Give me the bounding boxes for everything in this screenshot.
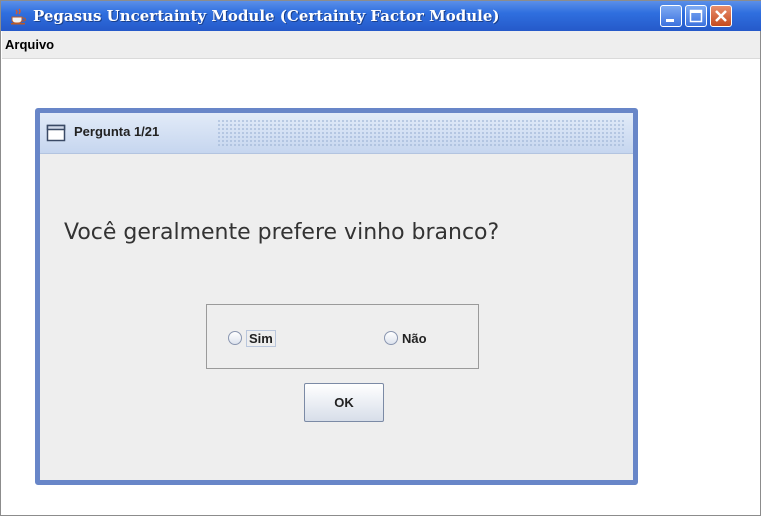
radio-sim[interactable]: Sim bbox=[228, 329, 276, 347]
ok-button[interactable]: OK bbox=[304, 383, 384, 422]
question-text: Você geralmente prefere vinho branco? bbox=[64, 220, 500, 245]
window-title: Pegasus Uncertainty Module (Certainty Fa… bbox=[33, 7, 500, 25]
maximize-icon bbox=[689, 9, 703, 23]
java-cup-icon bbox=[9, 7, 27, 25]
close-icon bbox=[715, 10, 727, 22]
radio-sim-label[interactable]: Sim bbox=[246, 329, 276, 347]
maximize-button[interactable] bbox=[685, 5, 707, 27]
answer-radio-group: Sim Não bbox=[206, 304, 479, 369]
radio-nao-label[interactable]: Não bbox=[402, 331, 427, 346]
dialog-titlebar[interactable]: Pergunta 1/21 bbox=[40, 113, 633, 154]
window-titlebar[interactable]: Pegasus Uncertainty Module (Certainty Fa… bbox=[1, 1, 761, 31]
internal-frame-icon bbox=[46, 123, 66, 143]
minimize-button[interactable] bbox=[660, 5, 682, 27]
radio-sim-circle[interactable] bbox=[228, 331, 242, 345]
minimize-icon bbox=[666, 19, 674, 22]
radio-nao-circle[interactable] bbox=[384, 331, 398, 345]
question-dialog: Pergunta 1/21 Você geralmente prefere vi… bbox=[35, 108, 638, 485]
radio-nao[interactable]: Não bbox=[384, 329, 427, 347]
close-button[interactable] bbox=[710, 5, 732, 27]
menubar: Arquivo bbox=[2, 31, 760, 59]
dialog-title: Pergunta 1/21 bbox=[74, 124, 160, 139]
main-window: Pegasus Uncertainty Module (Certainty Fa… bbox=[0, 0, 761, 516]
menu-arquivo[interactable]: Arquivo bbox=[5, 37, 54, 52]
titlebar-texture bbox=[217, 119, 625, 147]
